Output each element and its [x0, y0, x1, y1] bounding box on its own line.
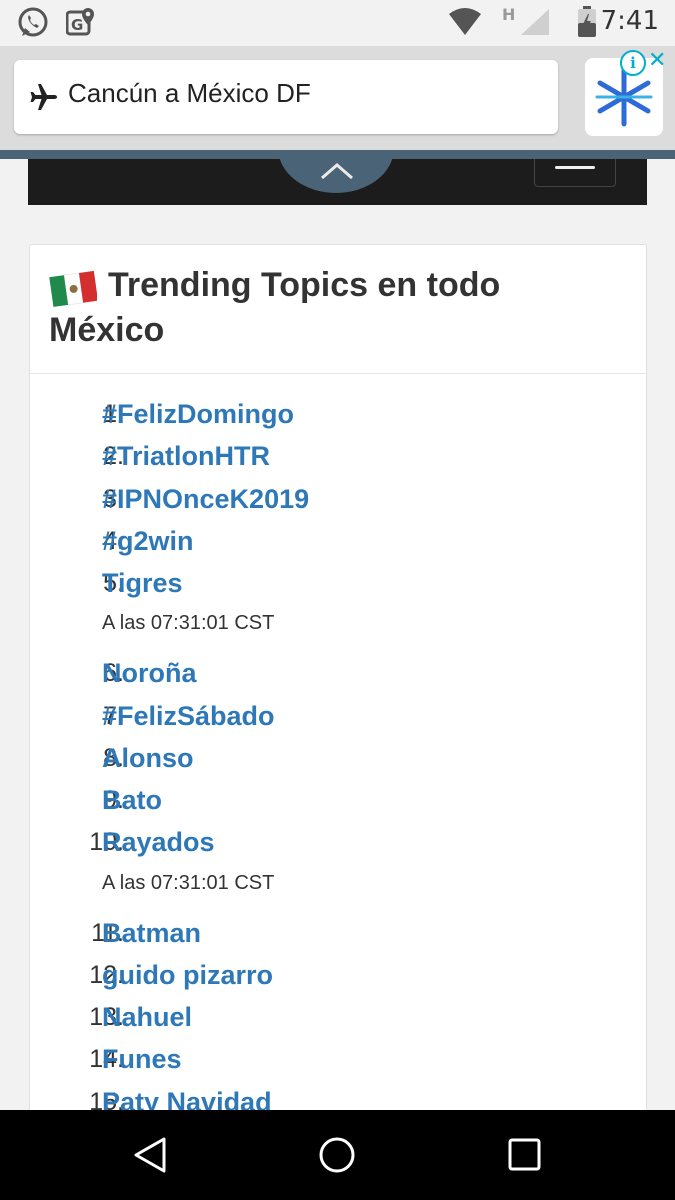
- trend-item: 7. #FelizSábado: [30, 695, 646, 737]
- ad-link[interactable]: Cancún a México DF: [14, 60, 558, 134]
- trend-timestamp: A las 07:31:01 CST: [102, 612, 275, 635]
- page-title: Trending Topics en todo México: [49, 266, 501, 349]
- trend-link[interactable]: Funes: [102, 1038, 182, 1080]
- trend-item: 5. Tigres: [30, 562, 646, 604]
- airplane-icon: [28, 82, 58, 116]
- trend-link[interactable]: Tigres: [102, 562, 183, 604]
- trend-link[interactable]: #TriatlonHTR: [102, 435, 270, 477]
- trending-card: Trending Topics en todo México 1. #FelizD…: [29, 244, 647, 1126]
- whatsapp-icon: [16, 6, 50, 44]
- trend-item: 6. Noroña: [30, 652, 646, 694]
- header-accent-bar: [0, 150, 675, 159]
- trend-item: 9. Bato: [30, 779, 646, 821]
- trend-link[interactable]: #FelizSábado: [102, 695, 275, 737]
- trend-timestamp: A las 07:31:01 CST: [102, 871, 275, 894]
- ad-info-icon[interactable]: i: [620, 50, 646, 76]
- maps-notification-icon: G: [65, 6, 96, 42]
- network-type-label: H: [502, 5, 516, 24]
- trend-link[interactable]: #g2win: [102, 520, 194, 562]
- trend-item: 1. #FelizDomingo: [30, 393, 646, 435]
- trend-link[interactable]: Noroña: [102, 652, 197, 694]
- trend-item: 13. Nahuel: [30, 996, 646, 1038]
- hamburger-icon: [555, 166, 595, 169]
- ad-close-icon[interactable]: ✕: [648, 48, 666, 73]
- ad-banner[interactable]: Cancún a México DF i ✕: [0, 46, 675, 150]
- trend-item: 11. Batman: [30, 912, 646, 954]
- trend-item: 3. #IPNOnceK2019: [30, 478, 646, 520]
- home-icon[interactable]: [318, 1136, 356, 1178]
- trend-item: 14. Funes: [30, 1038, 646, 1080]
- ad-text: Cancún a México DF: [68, 78, 311, 108]
- trend-item: 2. #TriatlonHTR: [30, 435, 646, 477]
- card-header: Trending Topics en todo México: [30, 245, 646, 374]
- trend-item: 10. Rayados: [30, 821, 646, 863]
- trend-list: 1. #FelizDomingo 2. #TriatlonHTR 3. #IPNOnceK…: [30, 393, 646, 1123]
- trend-link[interactable]: #FelizDomingo: [102, 393, 294, 435]
- trend-link[interactable]: Nahuel: [102, 996, 192, 1038]
- status-time: 7:41: [600, 6, 659, 36]
- trend-link[interactable]: #IPNOnceK2019: [102, 478, 309, 520]
- wifi-icon: [448, 8, 482, 40]
- recents-icon[interactable]: [508, 1138, 542, 1176]
- trend-link[interactable]: Batman: [102, 912, 201, 954]
- trend-item: 8. Alonso: [30, 737, 646, 779]
- svg-text:G: G: [71, 16, 83, 34]
- signal-icon: [520, 8, 550, 40]
- status-bar: G H 7:41: [0, 0, 675, 46]
- trend-link[interactable]: Rayados: [102, 821, 215, 863]
- back-icon[interactable]: [132, 1136, 168, 1178]
- trend-link[interactable]: Alonso: [102, 737, 194, 779]
- chevron-up-icon[interactable]: [320, 161, 354, 185]
- trend-link[interactable]: Bato: [102, 779, 162, 821]
- android-nav-bar: [0, 1110, 675, 1200]
- trend-item: 12. guido pizarro: [30, 954, 646, 996]
- battery-icon: [577, 6, 597, 42]
- trend-link[interactable]: guido pizarro: [102, 954, 273, 996]
- menu-button[interactable]: [534, 159, 616, 187]
- trend-item: 4. #g2win: [30, 520, 646, 562]
- site-nav-bar: [28, 159, 647, 205]
